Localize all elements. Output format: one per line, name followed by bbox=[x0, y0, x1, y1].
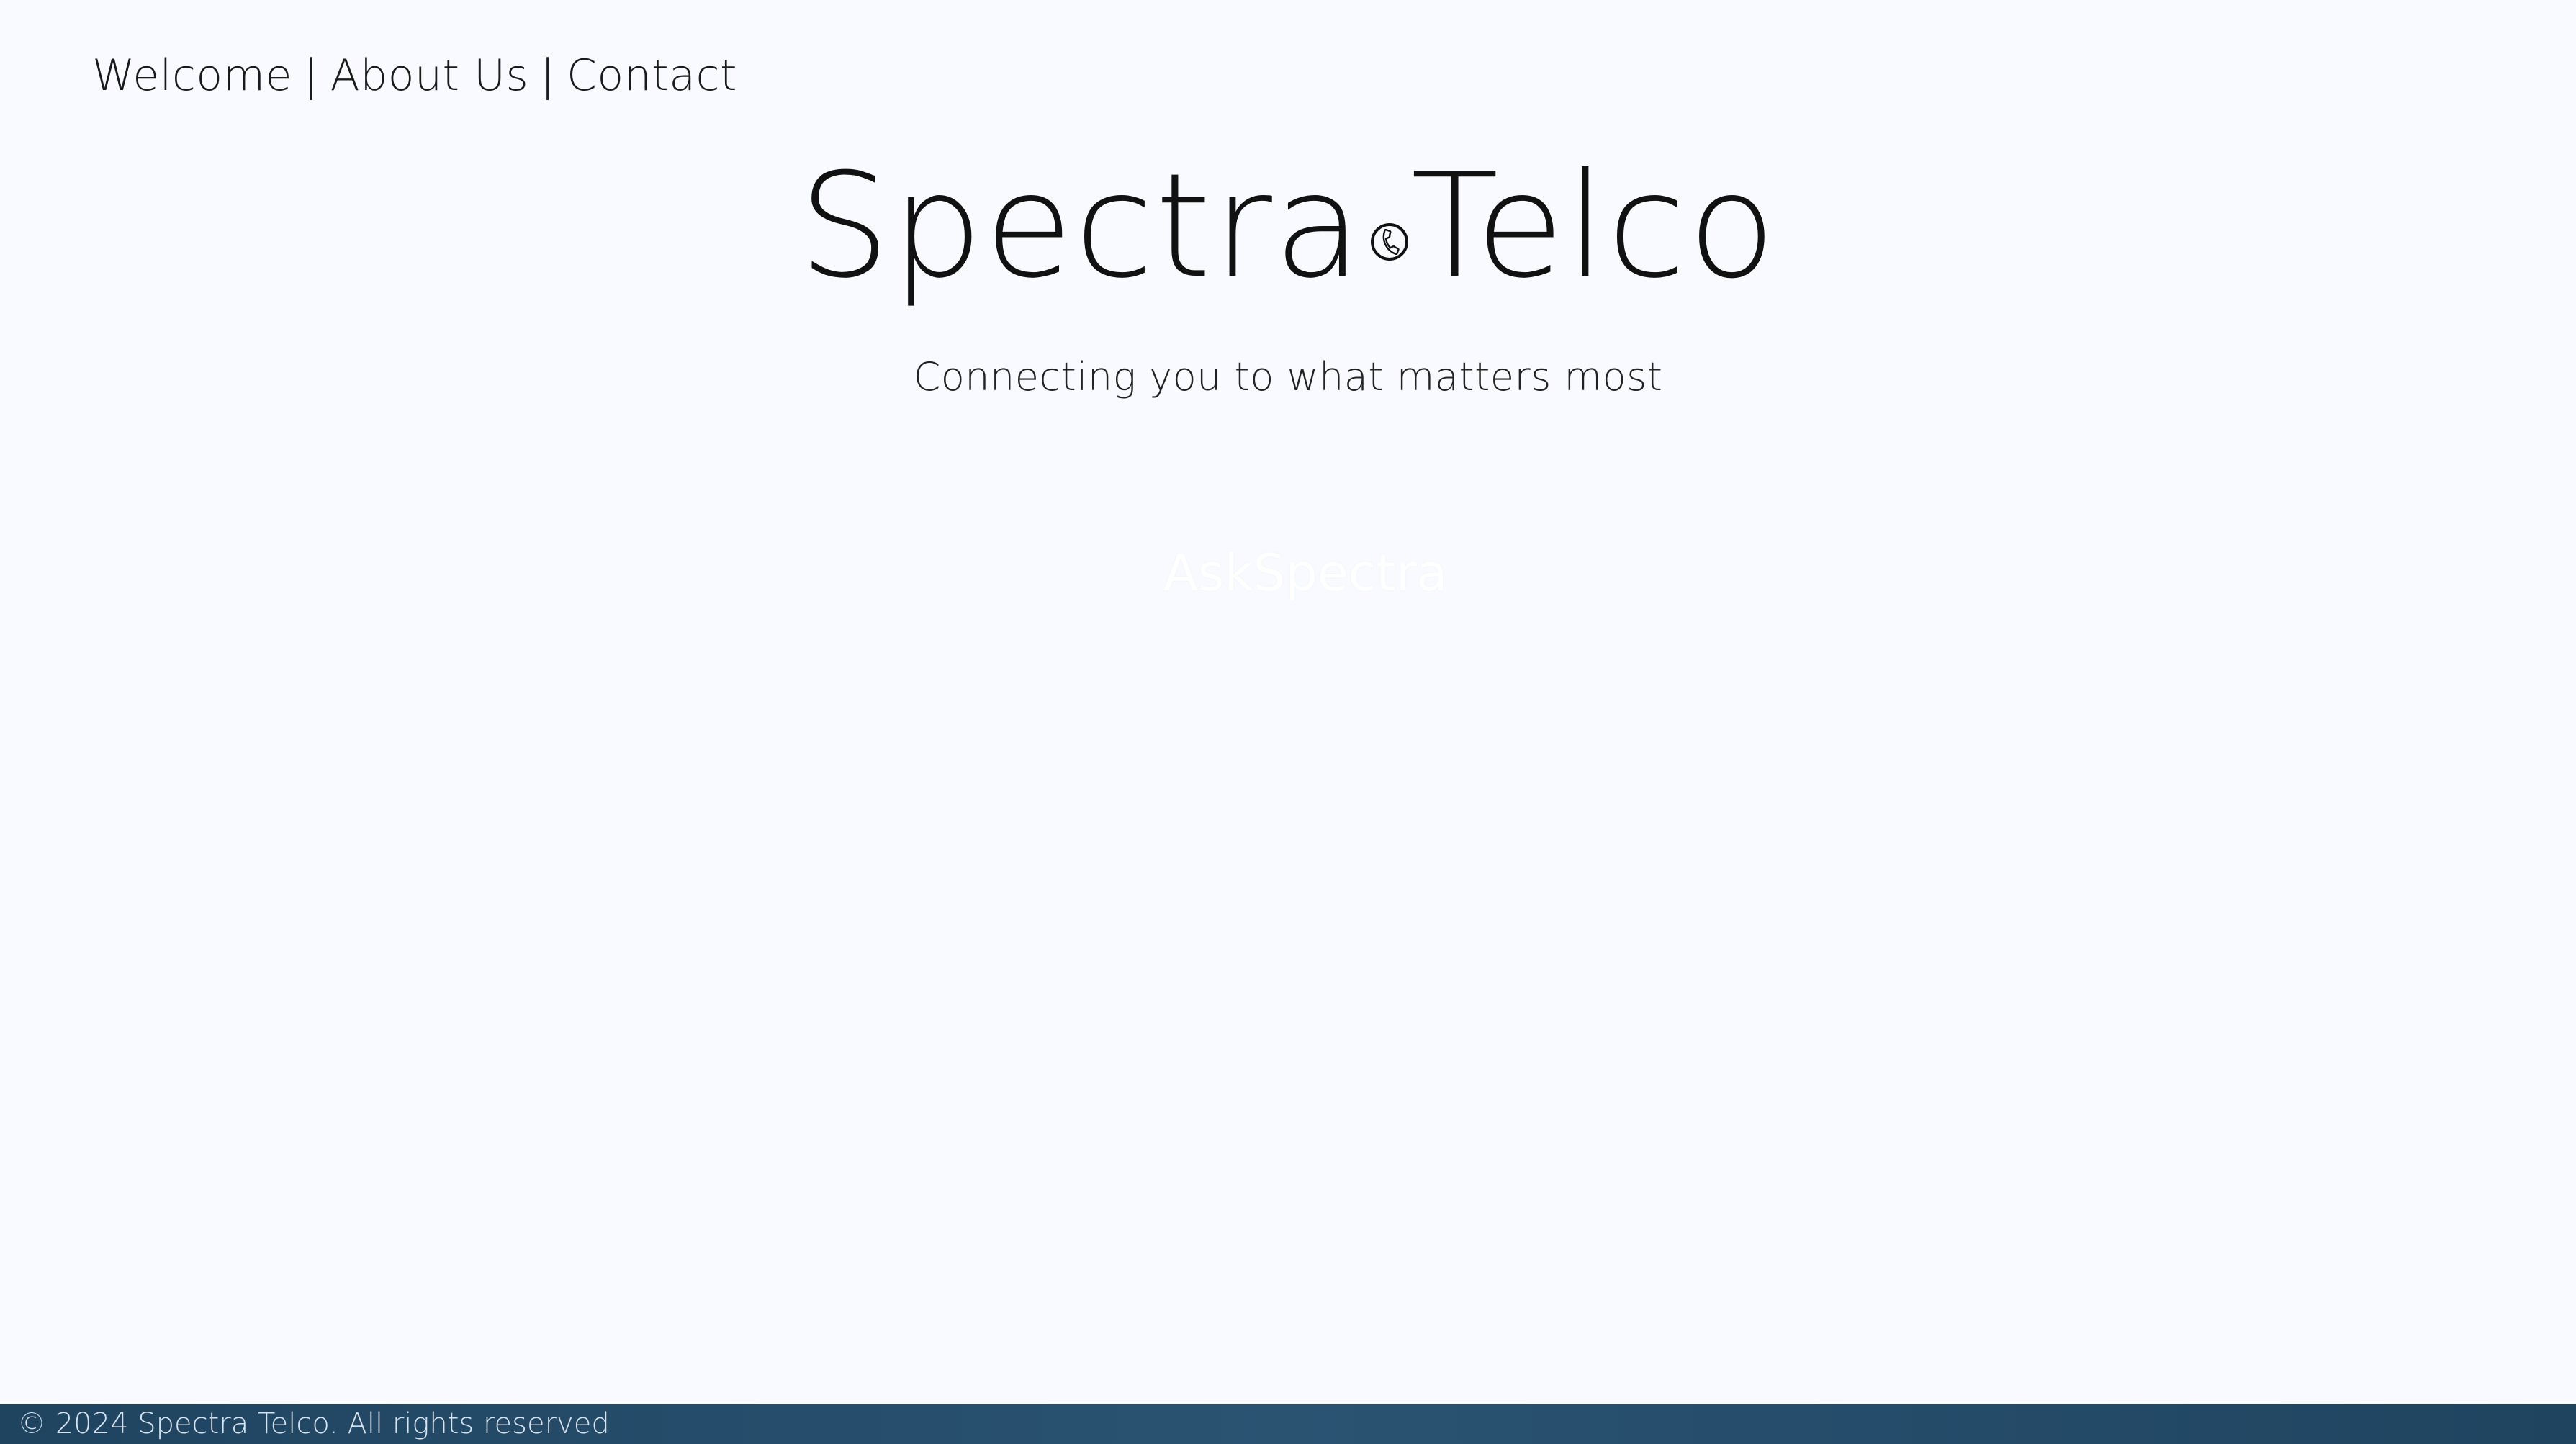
footer: © 2024 Spectra Telco. All rights reserve… bbox=[0, 1404, 2576, 1444]
brand-name-right: Telco bbox=[1410, 143, 1778, 310]
brand-logo: Spectra Telco bbox=[0, 155, 2576, 299]
nav-link-contact[interactable]: Contact bbox=[567, 50, 737, 101]
ask-spectra-button[interactable]: AskSpectra bbox=[1159, 533, 1447, 612]
brand-name-left: Spectra bbox=[798, 143, 1364, 310]
nav-separator: | bbox=[540, 50, 556, 101]
footer-copyright: © 2024 Spectra Telco. All rights reserve… bbox=[17, 1407, 610, 1440]
nav-separator: | bbox=[303, 50, 319, 101]
page: Welcome | About Us | Contact Spectra Telc… bbox=[0, 0, 2576, 1444]
nav-link-about-us[interactable]: About Us bbox=[330, 50, 529, 101]
top-navigation: Welcome | About Us | Contact bbox=[92, 50, 737, 101]
tagline: Connecting you to what matters most bbox=[913, 354, 1663, 400]
phone-icon bbox=[1370, 223, 1408, 261]
nav-link-welcome[interactable]: Welcome bbox=[92, 50, 292, 101]
